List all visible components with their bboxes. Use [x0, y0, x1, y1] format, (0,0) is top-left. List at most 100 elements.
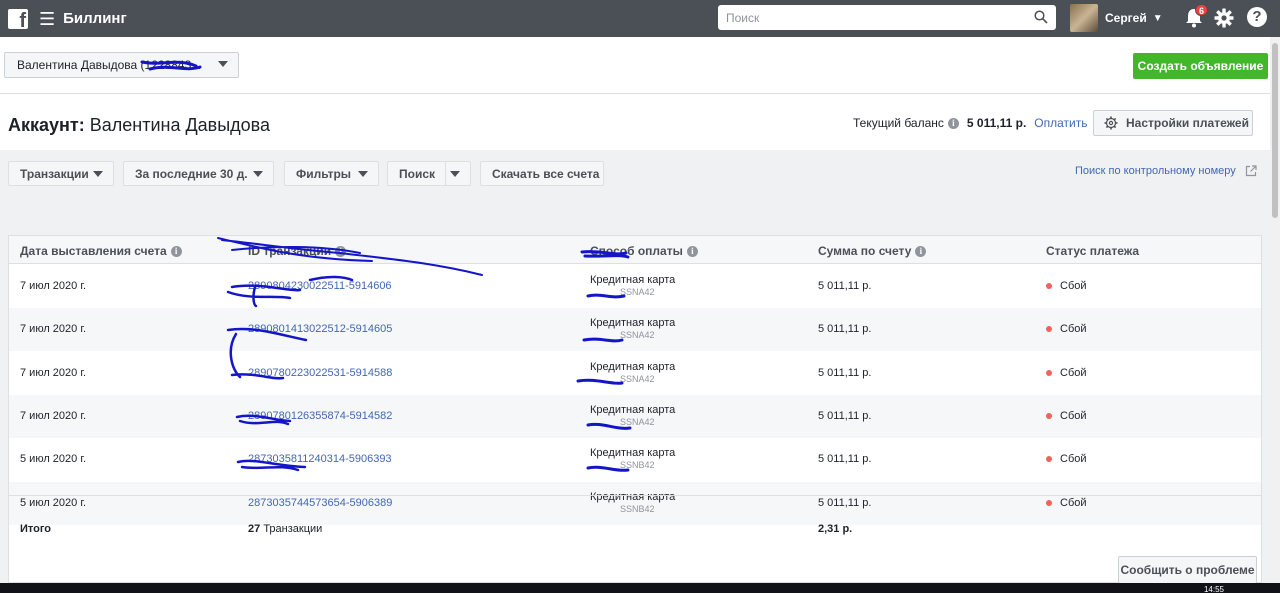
status-dot: [1046, 456, 1052, 463]
column-header-status[interactable]: Статус платежа: [1046, 244, 1139, 258]
status-text: Сбой: [1060, 280, 1087, 292]
user-name[interactable]: Сергей: [1105, 11, 1147, 25]
row-date: 7 июл 2020 г.: [20, 280, 87, 292]
transactions-dropdown[interactable]: Транзакции: [8, 161, 114, 186]
search-bar: [718, 5, 1056, 30]
external-link-icon[interactable]: [1245, 165, 1257, 177]
info-icon[interactable]: i: [686, 245, 698, 257]
chevron-down-icon[interactable]: [358, 171, 368, 177]
total-amount: 2,31 р.: [818, 523, 853, 535]
row-transaction-id-link[interactable]: 2890801413022512-5914605: [248, 323, 392, 335]
row-payment-method: Кредитная карта SSNA42: [590, 361, 675, 384]
row-date: 7 июл 2020 г.: [20, 409, 87, 422]
period-label: За последние 30 д.: [135, 166, 248, 181]
report-problem-button[interactable]: Сообщить о проблеме: [1118, 556, 1257, 584]
row-amount: 5 011,11 р.: [818, 323, 872, 336]
scrollbar-thumb[interactable]: [1272, 43, 1278, 218]
account-selector[interactable]: Валентина Давыдова (1228843...: [4, 52, 239, 78]
table-header: Дата выставления счета i ID транзакции i С…: [9, 236, 1261, 264]
balance-info: Текущий баланс i 5 011,11 р. Оплатить: [853, 116, 1088, 130]
payment-method-title: Кредитная карта: [590, 317, 676, 330]
total-count-suffix: Транзакции: [263, 523, 323, 535]
avatar[interactable]: [1070, 4, 1098, 32]
pay-link[interactable]: Оплатить: [1034, 116, 1087, 130]
row-payment-method: Кредитная карта SSNB42: [590, 447, 675, 470]
table-row: 7 июл 2020 г. 2890780223022531-5914588 Кре…: [9, 352, 1261, 395]
column-header-transaction-id[interactable]: ID транзакции i: [248, 244, 347, 258]
info-icon[interactable]: i: [335, 245, 347, 257]
taskbar: 14:55: [0, 583, 1280, 593]
download-all-invoices-button[interactable]: Скачать все счета: [480, 161, 604, 186]
gear-icon[interactable]: [1214, 8, 1234, 28]
status-dot: [1046, 283, 1052, 289]
row-date: 7 июл 2020 г.: [20, 323, 87, 336]
create-ad-button[interactable]: Создать объявление: [1133, 53, 1268, 79]
search-dropdown[interactable]: Поиск: [387, 161, 471, 186]
download-label: Скачать все счета: [492, 166, 600, 181]
row-amount: 5 011,11 р.: [818, 453, 872, 466]
column-header-date[interactable]: Дата выставления счета i: [20, 244, 182, 258]
billing-page: Валентина Давыдова (1228843... Создать о…: [0, 37, 1270, 583]
row-transaction-id-link[interactable]: 2890780223022531-5914588: [248, 367, 392, 379]
column-header-amount[interactable]: Сумма по счету i: [818, 244, 927, 258]
reference-lookup-label[interactable]: Поиск по контрольному номеру: [1075, 165, 1236, 177]
row-date: 5 июл 2020 г.: [20, 453, 87, 466]
transactions-panel: Транзакции За последние 30 д. Фильтры По…: [0, 150, 1270, 583]
menu-icon[interactable]: ☰: [39, 10, 55, 28]
row-payment-method: Кредитная карта SSNA42: [590, 404, 675, 427]
transactions-table: Дата выставления счета i ID транзакции i С…: [8, 235, 1262, 583]
status-text: Сбой: [1060, 453, 1087, 466]
status-dot: [1046, 326, 1052, 333]
row-date: 7 июл 2020 г.: [20, 366, 87, 379]
chevron-down-icon[interactable]: ▼: [1153, 13, 1163, 24]
status-text: Сбой: [1060, 323, 1087, 336]
search-input[interactable]: [718, 5, 1018, 30]
row-transaction-id-link[interactable]: 2873035811240314-5906393: [248, 453, 392, 465]
divider: [0, 93, 1270, 94]
search-icon[interactable]: [1034, 10, 1048, 24]
clock: 14:55: [1203, 585, 1224, 593]
filters-dropdown[interactable]: Фильтры: [284, 161, 379, 186]
reference-number-lookup-link[interactable]: Поиск по контрольному номеру: [1075, 165, 1257, 177]
column-header-payment-method[interactable]: Способ оплаты i: [590, 244, 698, 258]
chevron-down-icon[interactable]: [253, 171, 263, 177]
notifications-badge: 6: [1195, 4, 1209, 16]
payment-method-number: SSNA42: [620, 287, 655, 297]
table-row: 5 июл 2020 г. 2873035811240314-5906393 Кре…: [9, 438, 1261, 481]
filters-label: Фильтры: [296, 166, 352, 181]
info-icon[interactable]: i: [947, 117, 959, 129]
row-amount: 5 011,11 р.: [818, 409, 872, 422]
table-row: 7 июл 2020 г. 2890780126355874-5914582 Кре…: [9, 394, 1261, 438]
payment-method-number: SSNA42: [620, 373, 655, 384]
payment-method-number: SSNA42: [620, 416, 655, 427]
payment-method-title: Кредитная карта: [590, 403, 676, 416]
account-prefix: Аккаунт:: [8, 115, 85, 135]
info-icon[interactable]: i: [915, 245, 927, 257]
total-row: Итого 27 Транзакции 2,31 р.: [9, 495, 1261, 555]
row-status: Сбой: [1046, 410, 1087, 422]
transactions-label: Транзакции: [20, 166, 89, 181]
table-row: 7 июл 2020 г. 2890801413022512-5914605 Кре…: [9, 308, 1261, 352]
user-menu[interactable]: Сергей ▼: [1070, 4, 1163, 32]
row-transaction-id-link[interactable]: 2890804230022511-5914606: [248, 280, 392, 292]
payment-method-title: Кредитная карта: [590, 447, 676, 460]
period-dropdown[interactable]: За последние 30 д.: [123, 161, 274, 186]
payment-method-title: Кредитная карта: [590, 274, 676, 286]
help-icon[interactable]: ?: [1247, 7, 1267, 27]
row-transaction-id-link[interactable]: 2890780126355874-5914582: [248, 410, 392, 422]
payment-method-title: Кредитная карта: [590, 360, 676, 373]
chevron-down-icon[interactable]: [218, 61, 228, 67]
total-count-value: 27: [248, 523, 261, 535]
chevron-down-icon[interactable]: [450, 171, 460, 177]
row-status: Сбой: [1046, 453, 1087, 465]
facebook-logo-icon[interactable]: f: [8, 8, 28, 31]
status-dot: [1046, 369, 1052, 376]
account-selector-label: Валентина Давыдова (1228843...: [17, 58, 202, 72]
payment-settings-button[interactable]: Настройки платежей: [1093, 110, 1253, 136]
info-icon[interactable]: i: [170, 245, 182, 257]
balance-label: Текущий баланс: [853, 116, 944, 130]
scrollbar[interactable]: [1270, 37, 1280, 583]
app-title: Биллинг: [63, 10, 127, 27]
chevron-down-icon[interactable]: [93, 171, 103, 177]
status-text: Сбой: [1060, 366, 1087, 379]
